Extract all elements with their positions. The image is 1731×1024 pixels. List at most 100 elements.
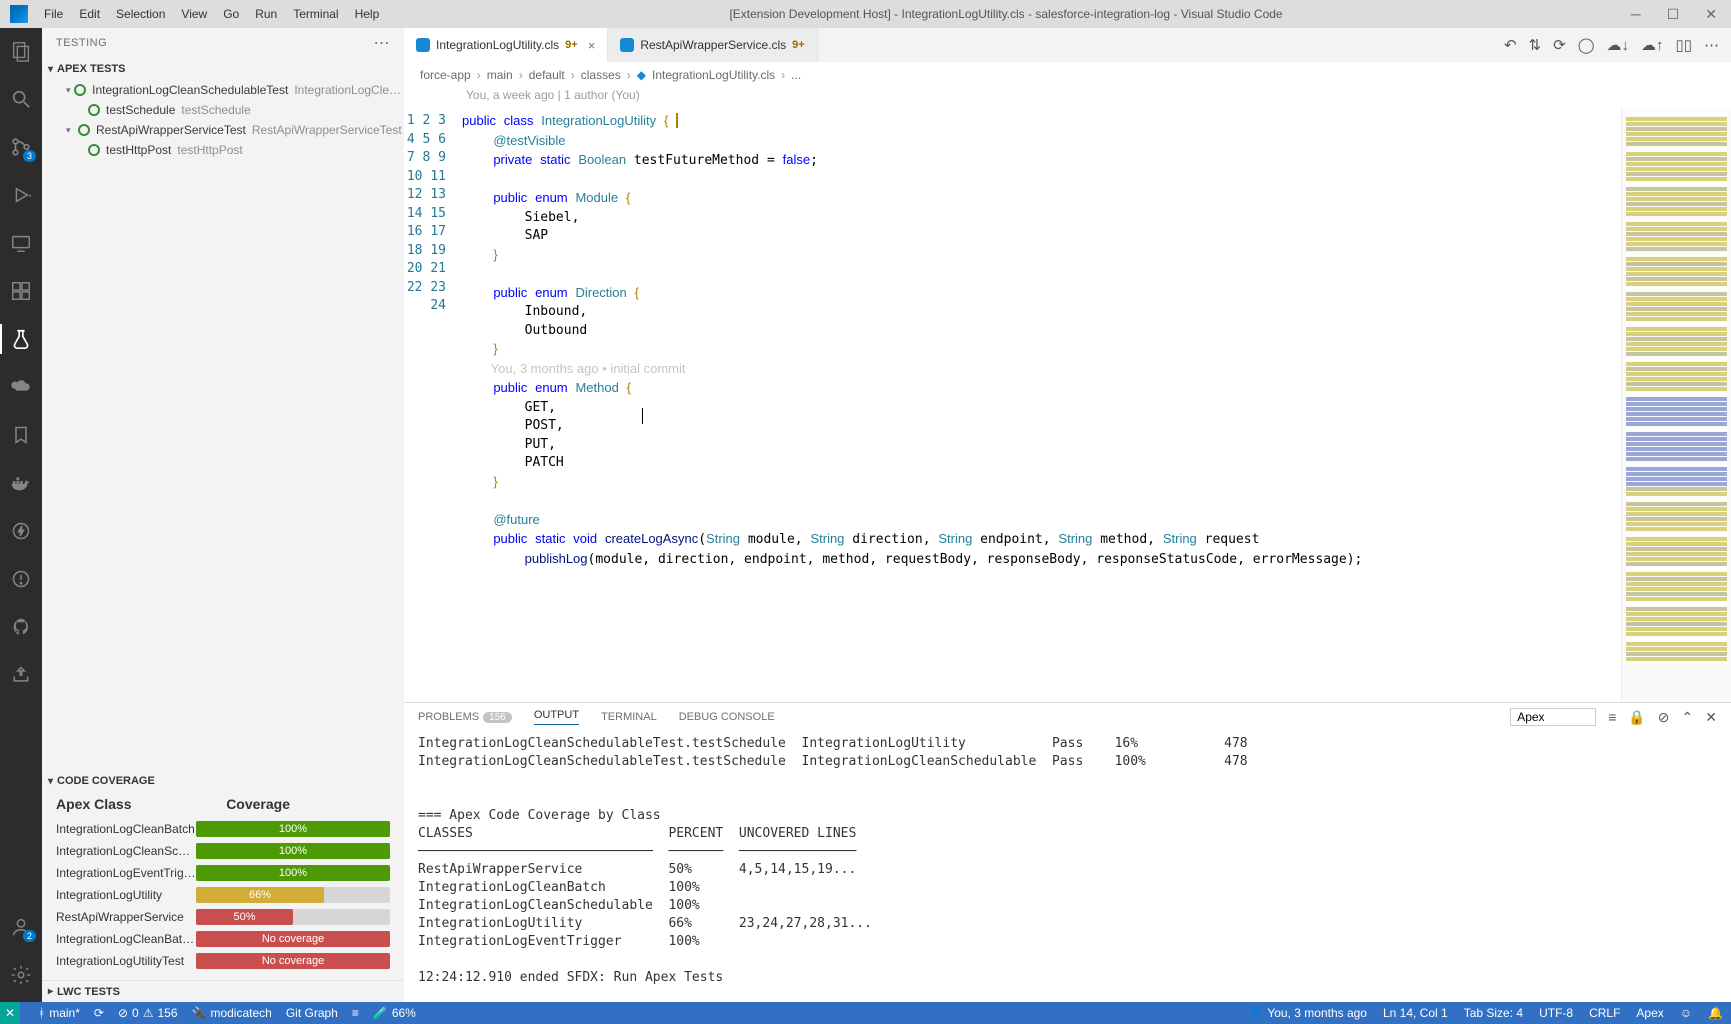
error-lens-icon[interactable] — [8, 566, 34, 592]
status-language[interactable]: Apex — [1636, 1006, 1663, 1020]
clear-icon[interactable]: ⊘ — [1658, 709, 1670, 726]
menu-go[interactable]: Go — [217, 7, 245, 21]
debug-icon[interactable] — [8, 182, 34, 208]
coverage-row[interactable]: IntegrationLogUtility66% — [56, 884, 390, 906]
deploy-icon[interactable]: ☁↑ — [1641, 36, 1664, 54]
status-gitgraph[interactable]: Git Graph — [286, 1006, 338, 1020]
close-icon[interactable]: ✕ — [1701, 6, 1721, 23]
coverage-row[interactable]: IntegrationLogCleanBatchTestNo coverage — [56, 928, 390, 950]
status-bell-icon[interactable]: 🔔 — [1708, 1006, 1723, 1020]
settings-icon[interactable] — [8, 962, 34, 988]
line-gutter[interactable]: 1 2 3 4 5 6 7 8 9 10 11 12 13 14 15 16 1… — [404, 108, 462, 702]
menu-file[interactable]: File — [38, 7, 69, 21]
coverage-row[interactable]: IntegrationLogCleanSchedulable100% — [56, 840, 390, 862]
coverage-row[interactable]: RestApiWrapperService50% — [56, 906, 390, 928]
bookmark-icon[interactable] — [8, 422, 34, 448]
menu-view[interactable]: View — [175, 7, 213, 21]
status-sync[interactable]: ⟳ — [94, 1006, 104, 1020]
liveshare-icon[interactable] — [8, 662, 34, 688]
coverage-row[interactable]: IntegrationLogUtilityTestNo coverage — [56, 950, 390, 972]
side-panel: TESTING ⋯ ▾ APEX TESTS ▾ IntegrationLogC… — [42, 28, 404, 1002]
salesforce-icon[interactable] — [8, 374, 34, 400]
remote-icon[interactable] — [8, 230, 34, 256]
output-channel-select[interactable]: Apex — [1510, 708, 1596, 726]
test-method-row[interactable]: testSchedule testSchedule — [42, 100, 404, 120]
editor-area: IntegrationLogUtility.cls 9+ × RestApiWr… — [404, 28, 1731, 1002]
maximize-icon[interactable]: ☐ — [1663, 6, 1684, 23]
output-body[interactable]: IntegrationLogCleanSchedulableTest.testS… — [404, 731, 1731, 1002]
panel-tab-debug[interactable]: DEBUG CONSOLE — [679, 711, 775, 723]
more-icon[interactable]: ⋯ — [374, 33, 391, 53]
panel-tab-output[interactable]: OUTPUT — [534, 709, 579, 725]
split-icon[interactable]: ▯▯ — [1675, 36, 1692, 54]
status-eol[interactable]: CRLF — [1589, 1006, 1620, 1020]
panel-tab-problems[interactable]: PROBLEMS156 — [418, 711, 512, 723]
pass-icon — [88, 144, 100, 156]
explorer-icon[interactable] — [8, 38, 34, 64]
status-branch[interactable]: ᚼ main* — [38, 1006, 80, 1020]
status-errors[interactable]: ⊘ 0 ⚠ 156 — [118, 1006, 178, 1020]
status-org[interactable]: 🔌 modicatech — [192, 1006, 272, 1020]
status-coverage[interactable]: 🧪 66% — [373, 1006, 416, 1020]
breadcrumb[interactable]: force-app› main› default› classes› ◆ Int… — [404, 62, 1731, 88]
test-class-row[interactable]: ▾ RestApiWrapperServiceTest RestApiWrapp… — [42, 120, 404, 140]
chevron-down-icon: ▾ — [66, 85, 74, 96]
docker-icon[interactable] — [8, 470, 34, 496]
retrieve-icon[interactable]: ☁↓ — [1606, 36, 1629, 54]
close-tab-icon[interactable]: × — [588, 38, 596, 53]
remote-indicator-icon[interactable]: ✕ — [0, 1002, 20, 1024]
search-icon[interactable] — [8, 86, 34, 112]
extensions-icon[interactable] — [8, 278, 34, 304]
section-apex-tests[interactable]: ▾ APEX TESTS — [42, 58, 404, 80]
close-panel-icon[interactable]: ✕ — [1705, 709, 1717, 726]
chevron-up-icon[interactable]: ⌃ — [1682, 709, 1694, 726]
menu-terminal[interactable]: Terminal — [287, 7, 344, 21]
menu-run[interactable]: Run — [249, 7, 283, 21]
bolt-icon[interactable] — [8, 518, 34, 544]
editor-actions: ↶ ⇅ ⟳ ◯ ☁↓ ☁↑ ▯▯ ⋯ — [1492, 28, 1731, 62]
code-editor[interactable]: public class IntegrationLogUtility { @te… — [462, 108, 1621, 702]
chevron-right-icon: ▸ — [48, 986, 53, 997]
minimize-icon[interactable]: ─ — [1627, 6, 1645, 23]
compare-icon[interactable]: ⇅ — [1529, 36, 1542, 54]
section-code-coverage[interactable]: ▾ CODE COVERAGE — [42, 770, 404, 792]
minimap[interactable] — [1621, 108, 1731, 702]
status-feedback-icon[interactable]: ☺ — [1680, 1006, 1692, 1020]
go-back-icon[interactable]: ↶ — [1504, 36, 1517, 54]
coverage-row[interactable]: IntegrationLogCleanBatch100% — [56, 818, 390, 840]
tab-integrationlogutility[interactable]: IntegrationLogUtility.cls 9+ × — [404, 28, 608, 62]
top-menu: File Edit Selection View Go Run Terminal… — [38, 7, 385, 21]
window-title: [Extension Development Host] - Integrati… — [385, 7, 1627, 21]
codelens-author[interactable]: You, a week ago | 1 author (You) — [404, 88, 1731, 108]
coverage-row[interactable]: IntegrationLogEventTrigger100% — [56, 862, 390, 884]
vscode-logo-icon — [10, 5, 28, 23]
apex-tests-tree: ▾ IntegrationLogCleanSchedulableTest Int… — [42, 80, 404, 166]
test-method-row[interactable]: testHttpPost testHttpPost — [42, 140, 404, 160]
side-panel-title: TESTING ⋯ — [42, 28, 404, 58]
chevron-down-icon: ▾ — [48, 64, 53, 75]
lock-icon[interactable]: 🔒 — [1628, 709, 1645, 726]
test-icon[interactable] — [8, 326, 34, 352]
refresh-icon[interactable]: ⟳ — [1553, 36, 1566, 54]
circle-icon[interactable]: ◯ — [1578, 36, 1595, 54]
more-icon[interactable]: ⋯ — [1704, 36, 1719, 54]
section-lwc-tests[interactable]: ▸ LWC TESTS — [42, 980, 404, 1002]
menu-help[interactable]: Help — [349, 7, 386, 21]
github-icon[interactable] — [8, 614, 34, 640]
title-bar: File Edit Selection View Go Run Terminal… — [0, 0, 1731, 28]
status-tabsize[interactable]: Tab Size: 4 — [1464, 1006, 1523, 1020]
status-blame[interactable]: 👤 You, 3 months ago — [1248, 1006, 1367, 1020]
panel-tab-terminal[interactable]: TERMINAL — [601, 711, 657, 723]
menu-selection[interactable]: Selection — [110, 7, 171, 21]
pass-icon — [88, 104, 100, 116]
status-position[interactable]: Ln 14, Col 1 — [1383, 1006, 1448, 1020]
test-class-row[interactable]: ▾ IntegrationLogCleanSchedulableTest Int… — [42, 80, 404, 100]
account-icon[interactable]: 2 — [8, 914, 34, 940]
scm-icon[interactable]: 3 — [8, 134, 34, 160]
tab-restapiwrapperservice[interactable]: RestApiWrapperService.cls 9+ — [608, 28, 817, 62]
apex-file-icon — [620, 38, 634, 52]
status-list-icon[interactable]: ≡ — [352, 1006, 359, 1020]
status-encoding[interactable]: UTF-8 — [1539, 1006, 1573, 1020]
menu-edit[interactable]: Edit — [73, 7, 106, 21]
filter-icon[interactable]: ≡ — [1608, 709, 1616, 725]
